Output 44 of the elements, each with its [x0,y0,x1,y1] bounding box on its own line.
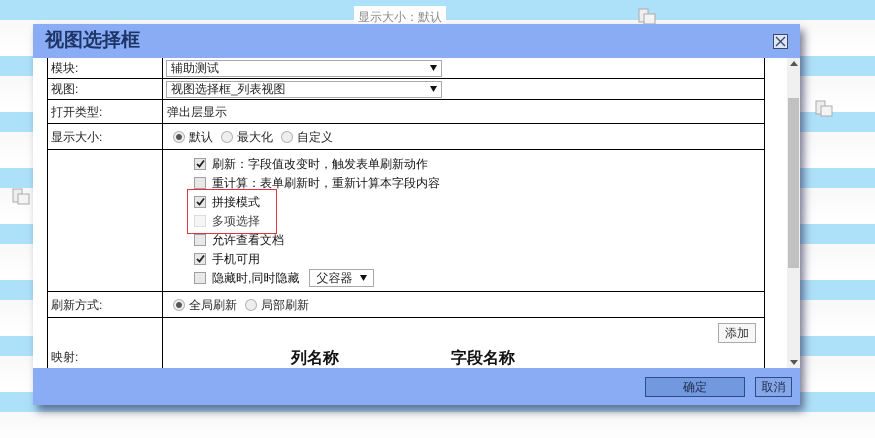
dropdown[interactable]: 辅助测试 [166,60,442,76]
checkbox-label: 刷新：字段值改变时，触发表单刷新动作 [212,156,428,172]
checkbox[interactable] [194,158,206,170]
field-label: 视图: [51,81,78,98]
field-label: 打开类型: [51,104,102,120]
checkbox[interactable] [194,272,206,284]
add-button[interactable]: 添加 [718,323,756,343]
dialog-button[interactable]: 取消 [755,376,792,396]
radio-option[interactable]: 默认 [173,128,213,146]
radio-option[interactable]: 全局刷新 [173,296,237,314]
scroll-up-icon[interactable] [790,61,798,66]
radio-option[interactable]: 最大化 [221,128,273,146]
window-icon [815,100,833,118]
caret-icon [430,65,437,71]
dropdown[interactable]: 父容器 [309,268,374,286]
radio-option[interactable]: 自定义 [281,128,333,146]
field-label: 模块: [51,60,78,77]
scroll-down-icon[interactable] [790,360,798,365]
scrollbar[interactable] [787,58,800,368]
checkbox-label: 手机可用 [212,250,260,268]
checkbox[interactable] [194,234,206,246]
checkbox-label: 拼接模式 [212,194,260,210]
caret-icon [360,274,368,280]
field-label: 映射: [51,349,78,366]
checkbox[interactable] [194,196,206,208]
column-header: 列名称 [291,348,339,368]
close-icon[interactable] [773,34,788,48]
dialog-button[interactable]: 确定 [645,376,745,396]
window-icon [12,188,30,206]
checkbox-label: 重计算：表单刷新时，重新计算本字段内容 [212,174,440,192]
caret-icon [430,86,437,92]
checkbox-label: 多项选择 [212,212,260,230]
checkbox-label: 允许查看文档 [212,232,284,248]
dropdown[interactable]: 视图选择框_列表视图 [166,80,442,98]
checkbox[interactable] [194,252,206,264]
field-value: 弹出层显示 [166,104,228,120]
checkbox[interactable] [194,176,206,188]
column-header: 字段名称 [451,348,515,368]
radio-option[interactable]: 局部刷新 [245,296,309,314]
window-icon [638,8,656,26]
dialog-title: 视图选择框 [45,28,140,53]
field-label: 刷新方式: [51,296,102,314]
checkbox-label: 隐藏时,同时隐藏 [212,270,300,286]
field-label: 显示大小: [51,128,102,146]
